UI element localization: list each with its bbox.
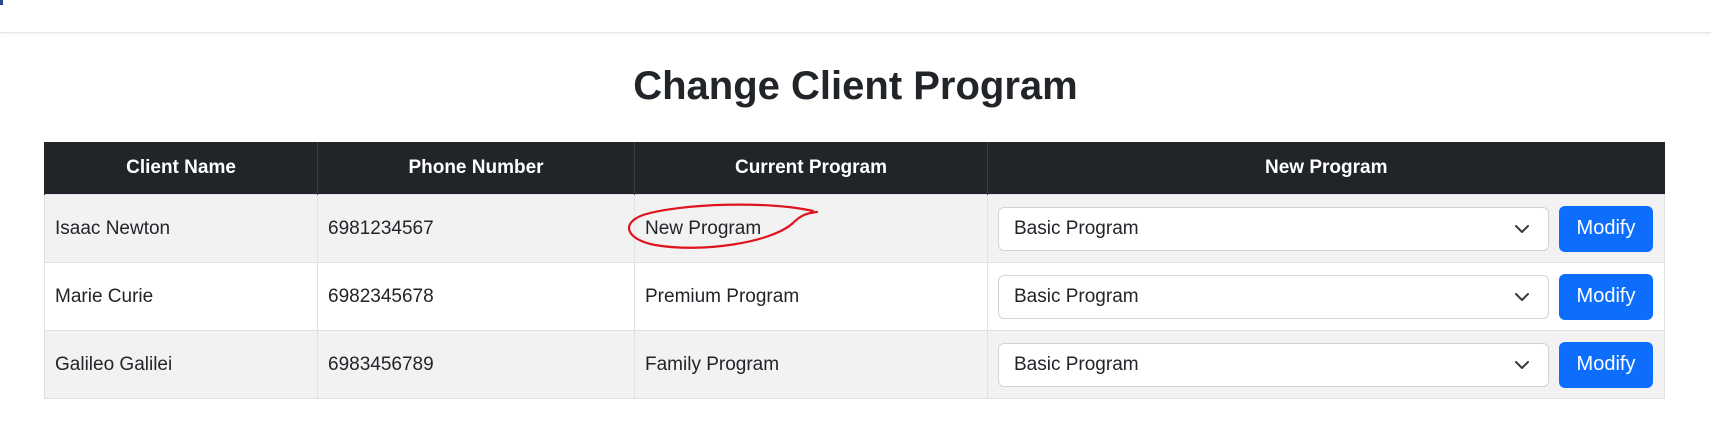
new-program-cell: Basic Program Modify [987,194,1665,263]
current-program-value: New Program [645,217,762,239]
navbar-accent [0,0,3,5]
client-name-cell: Isaac Newton [44,194,318,263]
select-value: Basic Program [1014,217,1139,239]
phone-number-cell: 6983456789 [317,330,635,399]
column-header-current-program: Current Program [634,142,988,195]
column-header-client-name: Client Name [44,142,318,195]
modify-button[interactable]: Modify [1559,273,1653,320]
select-value: Basic Program [1014,353,1139,375]
chevron-down-icon [1515,292,1529,301]
new-program-cell: Basic Program Modify [987,330,1665,399]
phone-number-cell: 6981234567 [317,194,635,263]
current-program-value: Premium Program [645,285,800,307]
select-value: Basic Program [1014,285,1139,307]
client-name-cell: Marie Curie [44,262,318,331]
current-program-cell: Premium Program [634,262,988,331]
column-header-new-program: New Program [987,142,1665,195]
column-header-phone-number: Phone Number [317,142,635,195]
top-navbar [0,0,1711,33]
table-row: Isaac Newton 6981234567 New Program Basi… [44,194,1665,263]
new-program-select[interactable]: Basic Program [998,206,1549,251]
new-program-select[interactable]: Basic Program [998,342,1549,387]
phone-number-cell: 6982345678 [317,262,635,331]
modify-button[interactable]: Modify [1559,341,1653,388]
chevron-down-icon [1515,360,1529,369]
modify-button[interactable]: Modify [1559,205,1653,252]
new-program-select[interactable]: Basic Program [998,274,1549,319]
table-row: Marie Curie 6982345678 Premium Program B… [44,262,1665,331]
current-program-cell: New Program [627,194,988,263]
current-program-value: Family Program [645,353,780,375]
page-title: Change Client Program [633,64,1078,108]
new-program-cell: Basic Program Modify [987,262,1665,331]
current-program-cell: Family Program [634,330,988,399]
table-row: Galileo Galilei 6983456789 Family Progra… [44,330,1665,399]
chevron-down-icon [1515,224,1529,233]
client-name-cell: Galileo Galilei [44,330,318,399]
table-header-row: Client Name Phone Number Current Program… [44,142,1665,195]
client-program-table: Client Name Phone Number Current Program… [44,142,1665,399]
